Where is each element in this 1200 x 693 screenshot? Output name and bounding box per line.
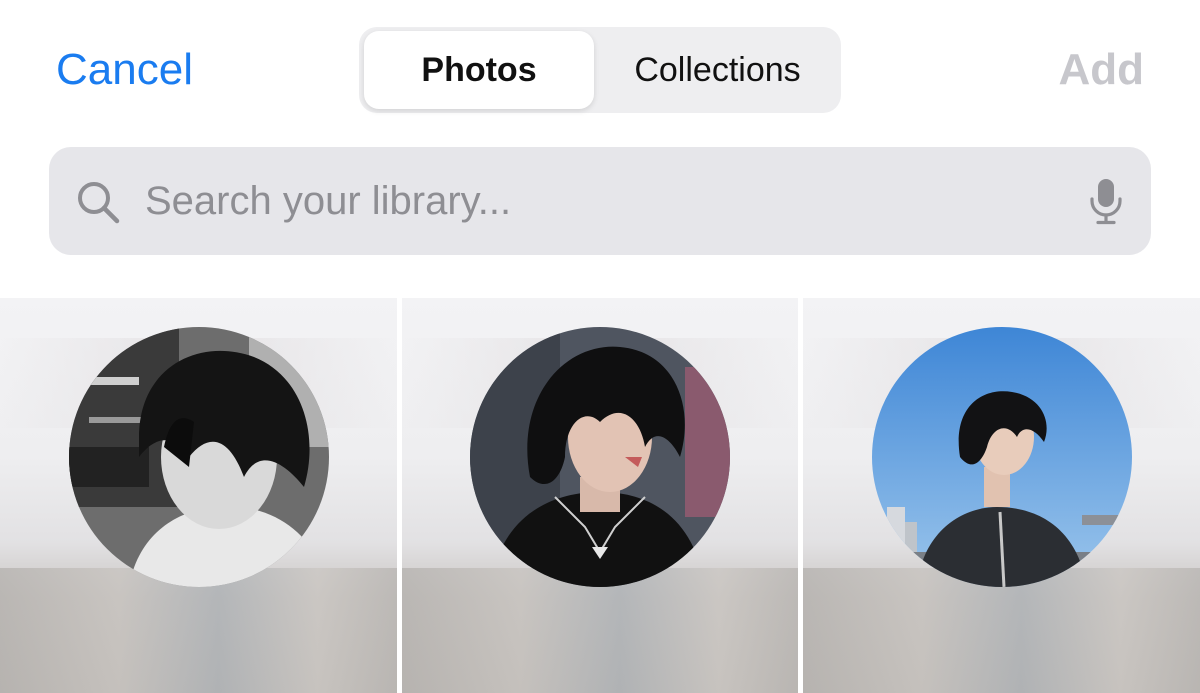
photo-thumbnail[interactable] bbox=[0, 298, 397, 693]
profile-photo-bw bbox=[68, 327, 329, 587]
profile-photo-sky bbox=[871, 327, 1132, 587]
photo-grid bbox=[0, 298, 1200, 693]
portrait-image bbox=[68, 327, 329, 587]
search-icon bbox=[78, 182, 120, 224]
photo-picker-sheet: Cancel Photos Collections Add bbox=[0, 0, 1200, 693]
profile-photo-dark bbox=[470, 327, 730, 587]
source-segmented-control: Photos Collections bbox=[359, 27, 841, 113]
cancel-button[interactable]: Cancel bbox=[56, 44, 193, 96]
add-button[interactable]: Add bbox=[1058, 44, 1144, 96]
search-bar[interactable] bbox=[49, 147, 1151, 255]
photo-thumbnail[interactable] bbox=[402, 298, 798, 693]
microphone-icon[interactable] bbox=[1089, 177, 1123, 225]
tab-collections[interactable]: Collections bbox=[599, 31, 836, 109]
search-input[interactable] bbox=[145, 167, 1045, 235]
portrait-image bbox=[871, 327, 1132, 587]
tab-photos[interactable]: Photos bbox=[364, 31, 594, 109]
photo-thumbnail[interactable] bbox=[803, 298, 1200, 693]
portrait-image bbox=[470, 327, 730, 587]
picker-header: Cancel Photos Collections Add bbox=[0, 0, 1200, 140]
